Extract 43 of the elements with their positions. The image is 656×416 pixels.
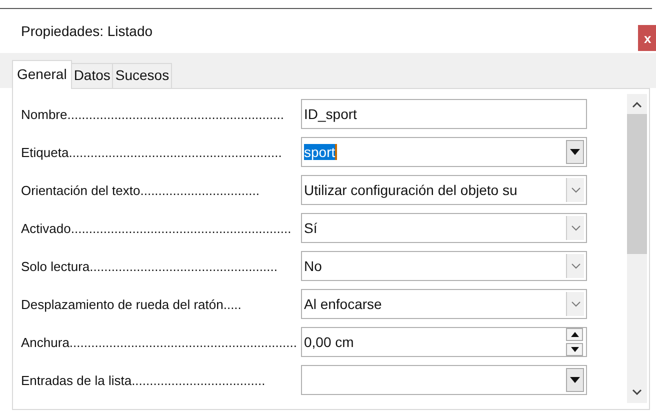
property-field[interactable]: sport xyxy=(301,137,587,167)
property-field[interactable]: 0,00 cm xyxy=(301,327,587,357)
dropdown-button[interactable] xyxy=(566,140,584,164)
property-field[interactable]: ID_sport xyxy=(301,99,587,129)
property-label: Desplazamiento de rueda del ratón..... xyxy=(21,296,242,312)
field-value: Al enfocarse xyxy=(304,296,382,312)
property-label: Entradas de la lista..................................... xyxy=(21,372,266,388)
property-label: Nombre............................................................ xyxy=(21,106,285,122)
property-field[interactable] xyxy=(301,365,587,395)
spin-down-button[interactable] xyxy=(566,343,583,356)
field-value: Sí xyxy=(304,220,318,236)
property-label: Orientación del texto................................. xyxy=(21,182,260,198)
property-field[interactable]: Al enfocarse xyxy=(301,289,587,319)
tab[interactable]: General xyxy=(12,60,72,89)
chevron-down-icon xyxy=(570,187,580,193)
property-field[interactable]: Utilizar configuración del objeto su xyxy=(301,175,587,205)
field-value: 0,00 cm xyxy=(304,334,354,350)
field-value: sport xyxy=(304,144,338,160)
property-label: Solo lectura.................................................... xyxy=(21,258,278,274)
dropdown-button[interactable] xyxy=(566,368,584,392)
property-field[interactable]: No xyxy=(301,251,587,281)
chevron-down-icon xyxy=(570,263,580,269)
window-title: Propiedades: Listado xyxy=(21,23,153,39)
triangle-down-icon xyxy=(570,149,580,155)
field-value: Utilizar configuración del objeto su xyxy=(304,182,518,198)
close-button[interactable]: x xyxy=(638,25,656,51)
tab[interactable]: Sucesos xyxy=(112,63,172,88)
triangle-down-icon xyxy=(570,377,580,383)
chevron-down-icon xyxy=(570,301,580,307)
scrollbar[interactable] xyxy=(627,94,647,403)
triangle-down-icon xyxy=(570,347,578,352)
property-label: Anchura............................................................... xyxy=(21,334,298,350)
scroll-up-icon[interactable] xyxy=(632,102,642,108)
property-label: Etiqueta........................................................... xyxy=(21,144,283,160)
scrollbar-thumb[interactable] xyxy=(627,114,647,254)
property-field[interactable]: Sí xyxy=(301,213,587,243)
field-value: ID_sport xyxy=(304,106,357,122)
field-value: No xyxy=(304,258,322,274)
chevron-down-icon xyxy=(570,225,580,231)
property-label: Activado............................................................. xyxy=(21,220,292,236)
triangle-up-icon xyxy=(570,332,578,337)
scroll-down-icon[interactable] xyxy=(632,389,642,395)
spin-up-button[interactable] xyxy=(566,328,583,341)
